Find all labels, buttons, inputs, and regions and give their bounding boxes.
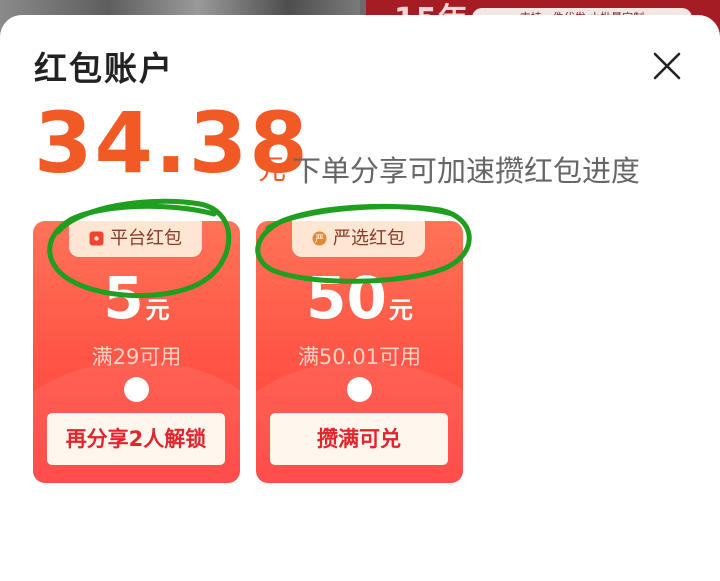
card-value-number: 50: [306, 264, 387, 332]
card-tag: 严 严选红包: [292, 221, 425, 257]
card-condition: 满50.01可用: [297, 345, 422, 369]
balance-hint: 下单分享可加速攒红包进度: [292, 154, 641, 188]
card-value: 5元: [33, 265, 240, 331]
card-value: 50元: [256, 265, 463, 331]
yanxuan-redpacket-card[interactable]: 严 严选红包 50元 满50.01可用 攒满可兑: [256, 221, 463, 483]
redeem-when-full-button[interactable]: 攒满可兑: [270, 413, 448, 465]
card-value-unit: 元: [145, 296, 170, 324]
yanxuan-icon: 严: [312, 223, 327, 246]
balance-unit: 元: [258, 153, 287, 186]
card-value-number: 5: [103, 264, 144, 332]
platform-redpacket-card[interactable]: 平台红包 5元 满29可用 再分享2人解锁: [33, 221, 240, 483]
close-icon[interactable]: [648, 47, 686, 85]
platform-redpacket-icon: [89, 223, 104, 246]
card-value-unit: 元: [388, 296, 413, 324]
sheet-title: 红包账户: [34, 49, 174, 88]
progress-dot: [124, 377, 149, 402]
share-unlock-button[interactable]: 再分享2人解锁: [47, 413, 225, 465]
card-condition: 满29可用: [91, 345, 182, 369]
card-tag-label: 严选红包: [333, 228, 405, 249]
svg-text:严: 严: [315, 234, 324, 245]
card-tag-label: 平台红包: [110, 228, 182, 249]
progress-dot: [347, 377, 372, 402]
card-tag: 平台红包: [69, 221, 202, 257]
